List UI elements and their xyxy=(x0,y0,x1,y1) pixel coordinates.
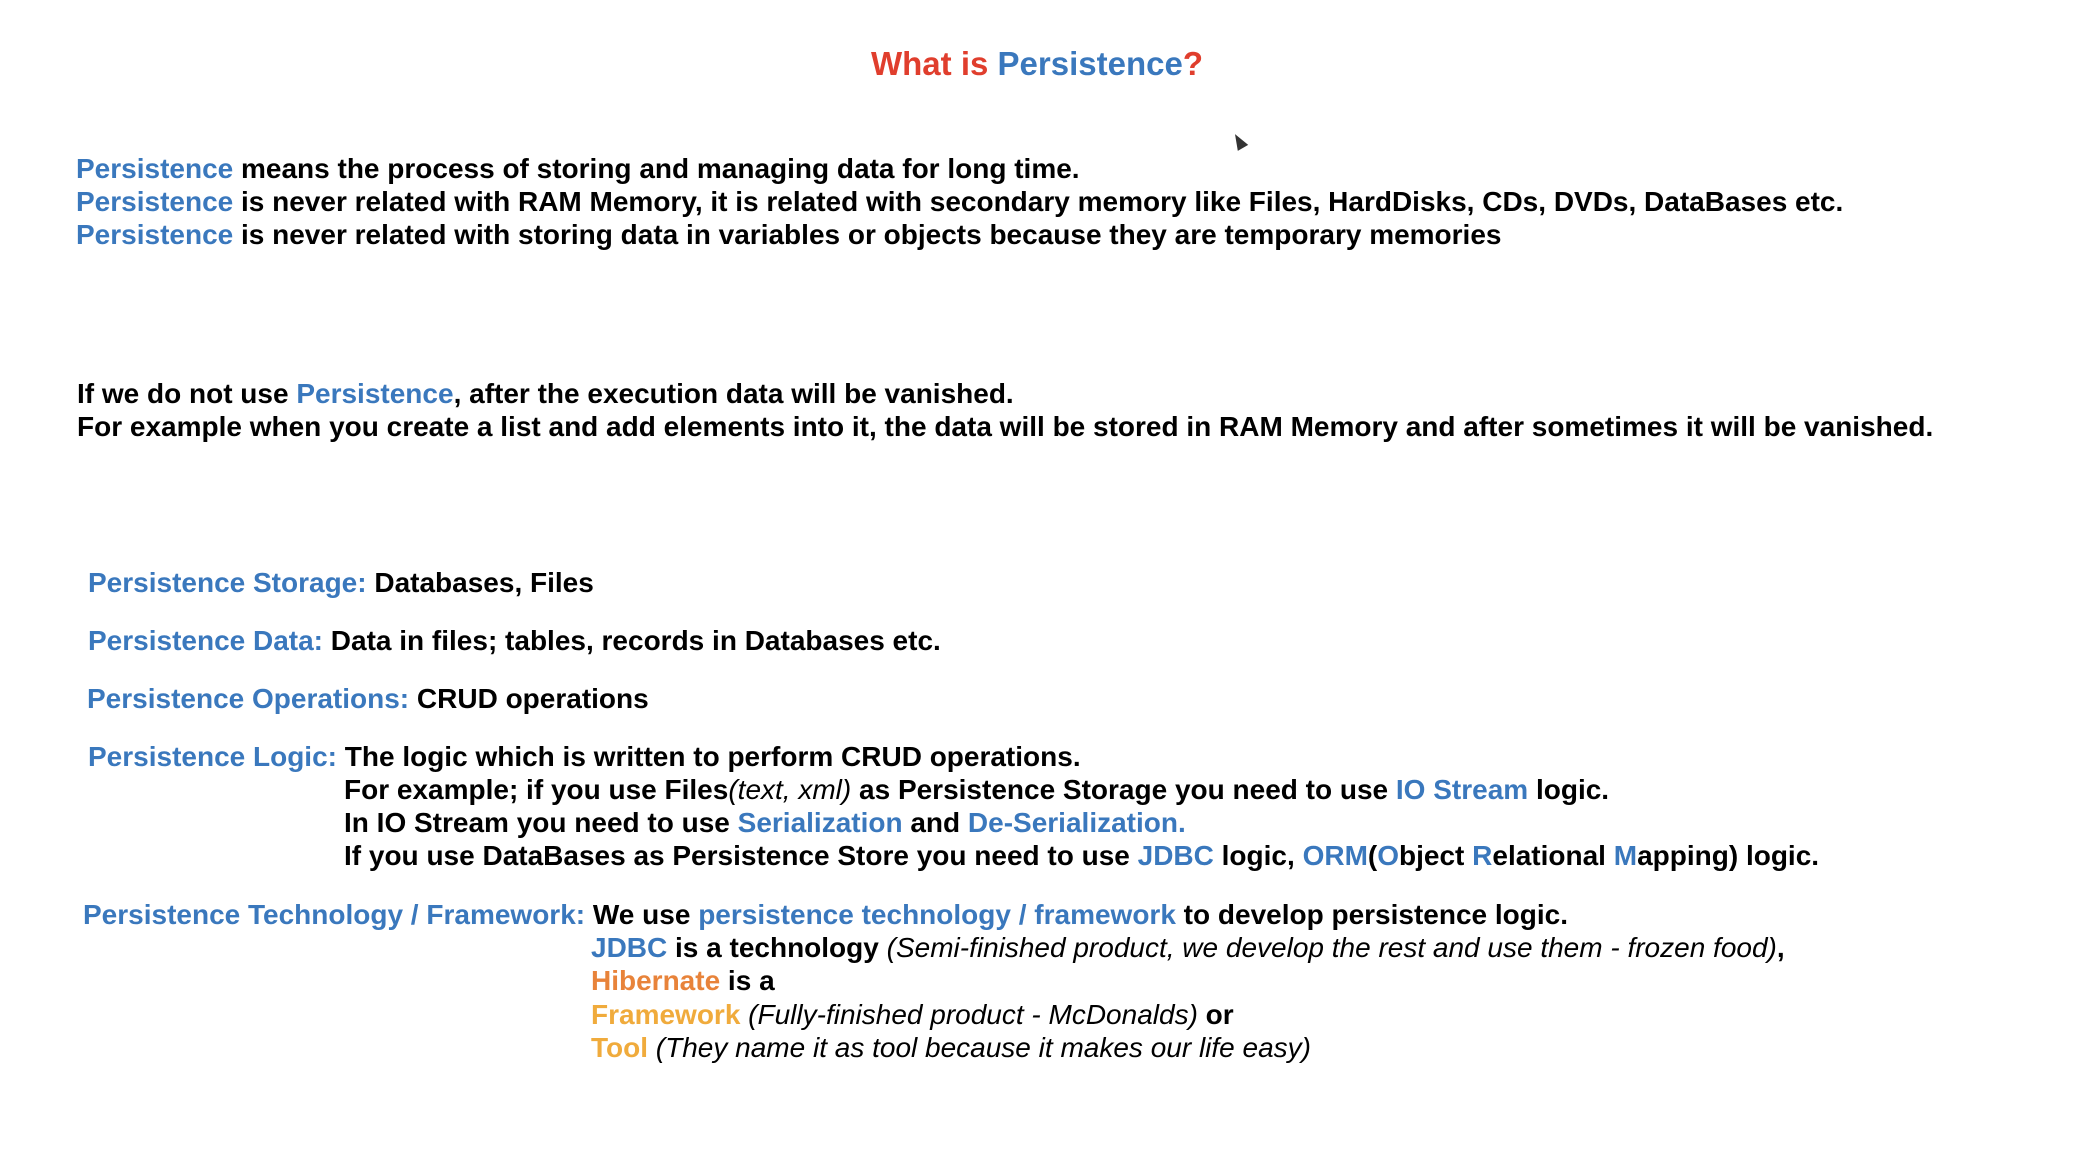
logic-label: Persistence Logic: xyxy=(88,741,337,772)
logic-example-3: If you use DataBases as Persistence Stor… xyxy=(344,839,1819,873)
consequence-text: If we do not use xyxy=(77,378,297,409)
definition-line-1: Persistence means the process of storing… xyxy=(76,152,1080,186)
logic-text: as Persistence Storage you need to use xyxy=(851,774,1396,805)
logic-italic-text: (text, xml) xyxy=(728,774,852,805)
operations-label: Persistence Operations: xyxy=(87,683,410,714)
logic-term: Serialization xyxy=(737,807,903,838)
technology-text: or xyxy=(1197,999,1234,1030)
title-prefix: What is xyxy=(871,45,998,82)
logic-letter: M xyxy=(1613,840,1638,871)
storage-value: Databases, Files xyxy=(366,567,594,598)
logic-text: For example; if you use Files xyxy=(344,774,729,805)
consequence-text: For example when you create a list and a… xyxy=(77,411,1934,442)
consequence-line-2: For example when you create a list and a… xyxy=(77,410,1933,444)
title-question-mark: ? xyxy=(1182,45,1203,82)
logic-text: bject xyxy=(1399,840,1473,871)
persistence-storage-item: Persistence Storage: Databases, Files xyxy=(88,566,594,600)
logic-text: elational xyxy=(1492,840,1614,871)
logic-term: De-Serialization. xyxy=(967,807,1186,838)
hibernate-term: Hibernate xyxy=(591,965,721,996)
logic-text: If you use DataBases as Persistence Stor… xyxy=(344,840,1138,871)
page-title: What is Persistence? xyxy=(0,42,2074,86)
technology-text: to develop persistence logic. xyxy=(1175,899,1569,930)
persistence-data-item: Persistence Data: Data in files; tables,… xyxy=(88,624,941,658)
logic-text: apping) logic. xyxy=(1637,840,1820,871)
mouse-pointer-icon xyxy=(1229,131,1249,151)
technology-italic-text: (They name it as tool because it makes o… xyxy=(648,1032,1311,1063)
logic-term: ORM xyxy=(1302,840,1368,871)
operations-value: CRUD operations xyxy=(409,683,649,714)
consequence-line-1: If we do not use Persistence, after the … xyxy=(77,377,1014,411)
definition-text: means the process of storing and managin… xyxy=(233,153,1080,184)
logic-example-2: In IO Stream you need to use Serializati… xyxy=(344,806,1186,840)
persistence-operations-item: Persistence Operations: CRUD operations xyxy=(87,682,649,716)
framework-term: Framework xyxy=(591,999,741,1030)
logic-text: In IO Stream you need to use xyxy=(344,807,738,838)
data-label: Persistence Data: xyxy=(88,625,324,656)
technology-framework-line: Framework (Fully-finished product - McDo… xyxy=(591,998,1234,1032)
technology-text: is a xyxy=(720,965,775,996)
technology-text: , xyxy=(1776,932,1785,963)
logic-text: ( xyxy=(1367,840,1378,871)
technology-label: Persistence Technology / Framework: xyxy=(83,899,586,930)
logic-letter: O xyxy=(1377,840,1399,871)
consequence-text: , after the execution data will be vanis… xyxy=(453,378,1014,409)
definition-text: is never related with RAM Memory, it is … xyxy=(233,186,1844,217)
persistence-logic-item: Persistence Logic: The logic which is wr… xyxy=(88,740,1081,774)
logic-text: and xyxy=(902,807,968,838)
storage-label: Persistence Storage: xyxy=(88,567,367,598)
definition-term: Persistence xyxy=(76,219,234,250)
technology-term: persistence technology / framework xyxy=(698,899,1176,930)
technology-text: We use xyxy=(585,899,699,930)
logic-text: logic, xyxy=(1213,840,1303,871)
definition-text: is never related with storing data in va… xyxy=(233,219,1502,250)
logic-letter: R xyxy=(1472,840,1493,871)
definition-term: Persistence xyxy=(76,186,234,217)
logic-term: JDBC xyxy=(1137,840,1214,871)
logic-example-1: For example; if you use Files(text, xml)… xyxy=(344,773,1609,807)
logic-term: IO Stream xyxy=(1395,774,1529,805)
technology-italic-text: (Fully-finished product - McDonalds) xyxy=(740,999,1198,1030)
definition-term: Persistence xyxy=(76,153,234,184)
logic-value: The logic which is written to perform CR… xyxy=(336,741,1081,772)
technology-hibernate-line: Hibernate is a xyxy=(591,964,775,998)
data-value: Data in files; tables, records in Databa… xyxy=(323,625,941,656)
consequence-term: Persistence xyxy=(296,378,454,409)
title-term: Persistence xyxy=(997,45,1183,82)
technology-italic-text: (Semi-finished product, we develop the r… xyxy=(886,932,1777,963)
definition-line-2: Persistence is never related with RAM Me… xyxy=(76,185,1843,219)
jdbc-term: JDBC xyxy=(591,932,668,963)
tool-term: Tool xyxy=(591,1032,649,1063)
definition-line-3: Persistence is never related with storin… xyxy=(76,218,1501,252)
technology-tool-line: Tool (They name it as tool because it ma… xyxy=(591,1031,1311,1065)
persistence-technology-item: Persistence Technology / Framework: We u… xyxy=(83,898,1568,932)
logic-text: logic. xyxy=(1528,774,1610,805)
technology-text: is a technology xyxy=(667,932,887,963)
technology-jdbc-line: JDBC is a technology (Semi-finished prod… xyxy=(591,931,1785,965)
